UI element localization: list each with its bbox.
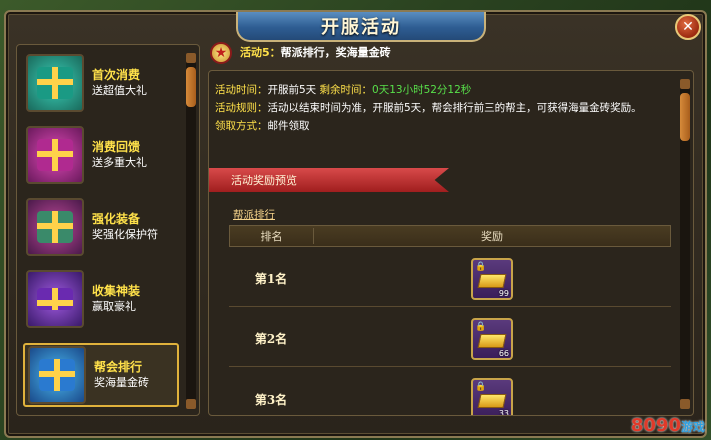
reward-preview-ribbon: 活动奖励预览 [209, 168, 449, 192]
reward-quantity: 66 [498, 348, 509, 358]
claim-label: 领取方式： [215, 120, 268, 132]
claim-value: 邮件领取 [267, 120, 310, 132]
column-reward: 奖励 [481, 230, 503, 243]
rule-label: 活动规则： [215, 102, 268, 114]
reward-quantity: 99 [498, 288, 509, 298]
activity-detail-panel: 活动时间：开服前5天 剩余时间：0天13小时52分12秒 活动规则：活动以结束时… [208, 70, 694, 416]
activity-number: 活动5： [240, 46, 281, 59]
activity-name: 帮派排行，奖海量金砖 [280, 46, 391, 59]
activity-item-title: 收集神装 [92, 284, 141, 298]
activity-item-title: 消费回馈 [92, 140, 141, 154]
watermark-brand: 8090 [630, 415, 681, 436]
gold-brick-icon [477, 273, 507, 288]
medal-icon: ★ [208, 38, 234, 66]
lock-icon: 🔒 [475, 382, 487, 392]
activity-time-line: 活动时间：开服前5天 剩余时间：0天13小时52分12秒 [215, 81, 673, 99]
reward-table-header: 排名 奖励 [229, 225, 671, 247]
rule-value: 活动以结束时间为准，开服前5天，帮会排行前三的帮主，可获得海量金砖奖励。 [267, 102, 642, 114]
activity-rule-line: 活动规则：活动以结束时间为准，开服前5天，帮会排行前三的帮主，可获得海量金砖奖励… [215, 99, 673, 117]
activity-item-subtitle: 送超值大礼 [92, 84, 147, 97]
activity-item-subtitle: 赢取豪礼 [92, 300, 136, 313]
activity-list-scrollbar[interactable] [186, 53, 196, 409]
gold-brick-reward[interactable]: 🔒 99 [471, 257, 513, 300]
remain-value: 0天13小时52分12秒 [372, 84, 472, 96]
close-button[interactable]: ✕ [675, 14, 701, 40]
scroll-up-arrow[interactable] [186, 53, 196, 63]
remain-label: 剩余时间： [319, 84, 373, 96]
time-value: 开服前5天 [267, 84, 317, 96]
scroll-up-arrow[interactable] [680, 79, 690, 89]
gift-icon [26, 126, 84, 184]
activity-title: 活动5：帮派排行，奖海量金砖 [240, 44, 391, 60]
lock-icon: 🔒 [475, 261, 487, 272]
scroll-thumb[interactable] [680, 93, 690, 141]
activity-item-title: 首次消费 [92, 68, 141, 82]
gold-brick-icon [477, 333, 507, 348]
activity-item-title: 帮会排行 [94, 360, 143, 374]
activity-item-guild-rank[interactable]: 帮会排行 奖海量金砖 [23, 343, 179, 407]
watermark-suffix: 游戏 [680, 420, 705, 434]
detail-scrollbar[interactable] [680, 79, 690, 409]
activity-item-collect-gear[interactable]: 收集神装 赢取豪礼 [23, 267, 179, 331]
scroll-thumb[interactable] [186, 67, 196, 107]
reward-row: 第3名 🔒 33 [229, 371, 671, 416]
chest-icon [26, 270, 84, 328]
gift-icon [28, 346, 86, 404]
scroll-down-arrow[interactable] [186, 399, 196, 409]
gift-icon [26, 54, 84, 112]
activity-item-first-purchase[interactable]: 首次消费 送超值大礼 [23, 51, 179, 115]
activity-item-spend-reward[interactable]: 消费回馈 送多重大礼 [23, 123, 179, 187]
gold-brick-reward[interactable]: 🔒 66 [471, 317, 513, 360]
column-rank: 排名 [230, 228, 314, 244]
reward-preview-label: 活动奖励预览 [231, 174, 297, 187]
reward-row: 第1名 🔒 99 [229, 251, 671, 307]
reward-quantity: 33 [498, 409, 509, 416]
time-label: 活动时间： [215, 84, 268, 96]
activity-item-title: 强化装备 [92, 212, 141, 226]
activity-list: 首次消费 送超值大礼 消费回馈 送多重大礼 强化装备 奖强化保护符 收集神装 赢… [16, 44, 200, 416]
activity-item-subtitle: 送多重大礼 [92, 156, 147, 169]
activity-info: 活动时间：开服前5天 剩余时间：0天13小时52分12秒 活动规则：活动以结束时… [215, 81, 673, 135]
activity-item-subtitle: 奖海量金砖 [94, 376, 149, 389]
lock-icon: 🔒 [475, 321, 487, 332]
gold-brick-icon [477, 394, 507, 408]
activity-item-enhance-gear[interactable]: 强化装备 奖强化保护符 [23, 195, 179, 259]
activity-header: ★ 活动5：帮派排行，奖海量金砖 [208, 36, 391, 68]
gold-brick-reward[interactable]: 🔒 33 [471, 378, 513, 416]
scroll-down-arrow[interactable] [680, 399, 690, 409]
activity-item-subtitle: 奖强化保护符 [92, 228, 158, 241]
reward-row: 第2名 🔒 66 [229, 311, 671, 367]
gift-icon [26, 198, 84, 256]
guild-rank-link[interactable]: 帮派排行 [233, 207, 275, 222]
rank-label: 第3名 [254, 392, 288, 407]
rank-label: 第1名 [254, 272, 288, 286]
site-watermark: 8090游戏 [631, 415, 705, 436]
activity-claim-line: 领取方式：邮件领取 [215, 117, 673, 135]
rank-label: 第2名 [254, 332, 288, 346]
